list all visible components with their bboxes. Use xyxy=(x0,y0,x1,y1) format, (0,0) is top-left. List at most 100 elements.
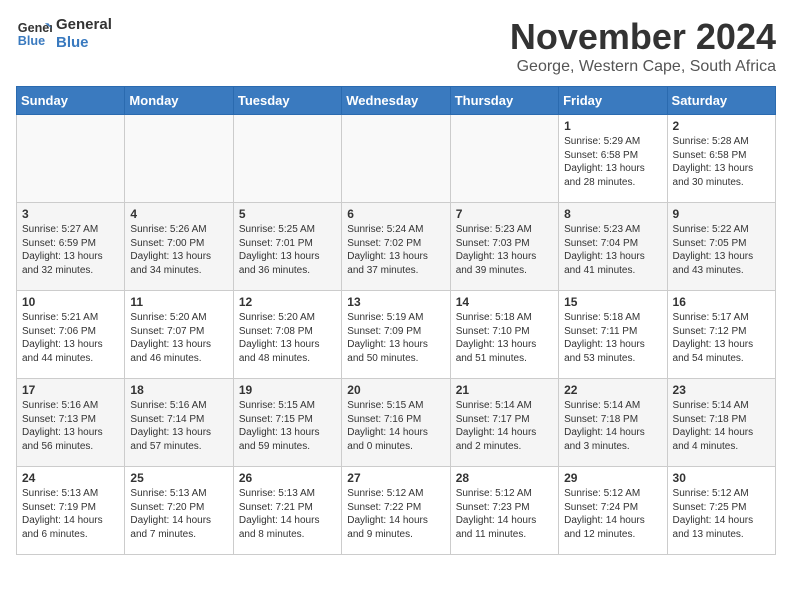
cell-text: Daylight: 13 hours xyxy=(673,162,770,176)
cell-4-4: 28Sunrise: 5:12 AMSunset: 7:23 PMDayligh… xyxy=(450,467,558,555)
cell-text: Sunrise: 5:22 AM xyxy=(673,223,770,237)
cell-text: Daylight: 14 hours xyxy=(22,514,119,528)
cell-text: Sunrise: 5:23 AM xyxy=(456,223,553,237)
cell-text: and 51 minutes. xyxy=(456,352,553,366)
calendar-body: 1Sunrise: 5:29 AMSunset: 6:58 PMDaylight… xyxy=(17,115,776,555)
day-number: 19 xyxy=(239,383,336,397)
cell-text: Sunset: 7:18 PM xyxy=(564,413,661,427)
cell-text: Sunset: 7:18 PM xyxy=(673,413,770,427)
cell-text: Sunset: 7:09 PM xyxy=(347,325,444,339)
cell-1-5: 8Sunrise: 5:23 AMSunset: 7:04 PMDaylight… xyxy=(559,203,667,291)
day-number: 20 xyxy=(347,383,444,397)
cell-0-3 xyxy=(342,115,450,203)
cell-text: Sunrise: 5:13 AM xyxy=(22,487,119,501)
cell-text: and 41 minutes. xyxy=(564,264,661,278)
day-number: 18 xyxy=(130,383,227,397)
day-number: 13 xyxy=(347,295,444,309)
cell-text: and 50 minutes. xyxy=(347,352,444,366)
cell-text: and 6 minutes. xyxy=(22,528,119,542)
cell-text: Sunset: 7:03 PM xyxy=(456,237,553,251)
cell-text: Sunset: 7:12 PM xyxy=(673,325,770,339)
cell-text: Sunset: 7:10 PM xyxy=(456,325,553,339)
cell-text: Sunrise: 5:14 AM xyxy=(564,399,661,413)
cell-text: Daylight: 13 hours xyxy=(673,250,770,264)
cell-text: Sunrise: 5:12 AM xyxy=(673,487,770,501)
cell-text: and 30 minutes. xyxy=(673,176,770,190)
header-sunday: Sunday xyxy=(17,87,125,115)
cell-0-4 xyxy=(450,115,558,203)
day-number: 23 xyxy=(673,383,770,397)
cell-text: Sunset: 7:25 PM xyxy=(673,501,770,515)
cell-text: and 2 minutes. xyxy=(456,440,553,454)
cell-text: Daylight: 14 hours xyxy=(564,514,661,528)
cell-text: Sunrise: 5:20 AM xyxy=(130,311,227,325)
day-number: 16 xyxy=(673,295,770,309)
cell-text: Daylight: 14 hours xyxy=(456,514,553,528)
logo-blue: Blue xyxy=(56,34,112,52)
cell-4-2: 26Sunrise: 5:13 AMSunset: 7:21 PMDayligh… xyxy=(233,467,341,555)
cell-text: Daylight: 14 hours xyxy=(564,426,661,440)
cell-text: Sunset: 7:19 PM xyxy=(22,501,119,515)
svg-text:Blue: Blue xyxy=(18,34,45,48)
day-number: 30 xyxy=(673,471,770,485)
cell-4-6: 30Sunrise: 5:12 AMSunset: 7:25 PMDayligh… xyxy=(667,467,775,555)
cell-text: Sunset: 6:58 PM xyxy=(564,149,661,163)
cell-text: Daylight: 13 hours xyxy=(22,338,119,352)
cell-text: Sunset: 7:14 PM xyxy=(130,413,227,427)
cell-text: and 12 minutes. xyxy=(564,528,661,542)
cell-text: and 53 minutes. xyxy=(564,352,661,366)
week-row-3: 17Sunrise: 5:16 AMSunset: 7:13 PMDayligh… xyxy=(17,379,776,467)
cell-text: Sunrise: 5:12 AM xyxy=(564,487,661,501)
cell-2-3: 13 Sunrise: 5:19 AMSunset: 7:09 PMDayligh… xyxy=(342,291,450,379)
cell-text: and 43 minutes. xyxy=(673,264,770,278)
cell-0-2 xyxy=(233,115,341,203)
cell-text: Sunrise: 5:15 AM xyxy=(347,399,444,413)
day-number: 4 xyxy=(130,207,227,221)
cell-text: Daylight: 14 hours xyxy=(673,426,770,440)
day-number: 22 xyxy=(564,383,661,397)
cell-text: Sunrise: 5:16 AM xyxy=(22,399,119,413)
cell-text: Sunset: 7:02 PM xyxy=(347,237,444,251)
logo: General Blue General Blue xyxy=(16,16,112,52)
header-monday: Monday xyxy=(125,87,233,115)
calendar-header: Sunday Monday Tuesday Wednesday Thursday… xyxy=(17,87,776,115)
cell-0-1 xyxy=(125,115,233,203)
cell-text: and 46 minutes. xyxy=(130,352,227,366)
cell-text: Daylight: 13 hours xyxy=(347,338,444,352)
cell-text: and 3 minutes. xyxy=(564,440,661,454)
cell-text: and 8 minutes. xyxy=(239,528,336,542)
cell-text: Sunset: 7:01 PM xyxy=(239,237,336,251)
cell-text: Daylight: 13 hours xyxy=(564,338,661,352)
cell-2-4: 14Sunrise: 5:18 AMSunset: 7:10 PMDayligh… xyxy=(450,291,558,379)
cell-text: Sunset: 7:13 PM xyxy=(22,413,119,427)
cell-2-0: 10Sunrise: 5:21 AMSunset: 7:06 PMDayligh… xyxy=(17,291,125,379)
cell-text: Sunrise: 5:21 AM xyxy=(22,311,119,325)
cell-text: Daylight: 14 hours xyxy=(239,514,336,528)
logo-icon: General Blue xyxy=(16,16,52,52)
cell-text: Daylight: 13 hours xyxy=(347,250,444,264)
day-number: 21 xyxy=(456,383,553,397)
cell-text: Daylight: 13 hours xyxy=(239,426,336,440)
cell-text: and 9 minutes. xyxy=(347,528,444,542)
cell-text: and 13 minutes. xyxy=(673,528,770,542)
cell-1-4: 7Sunrise: 5:23 AMSunset: 7:03 PMDaylight… xyxy=(450,203,558,291)
cell-text: and 57 minutes. xyxy=(130,440,227,454)
cell-text: Daylight: 13 hours xyxy=(22,250,119,264)
cell-2-5: 15Sunrise: 5:18 AMSunset: 7:11 PMDayligh… xyxy=(559,291,667,379)
cell-text: Sunset: 6:59 PM xyxy=(22,237,119,251)
cell-text: Sunrise: 5:13 AM xyxy=(130,487,227,501)
cell-text: Daylight: 14 hours xyxy=(347,426,444,440)
header-wednesday: Wednesday xyxy=(342,87,450,115)
cell-text: and 7 minutes. xyxy=(130,528,227,542)
cell-text: Sunrise: 5:19 AM xyxy=(347,311,444,325)
cell-text: Daylight: 13 hours xyxy=(22,426,119,440)
day-number: 10 xyxy=(22,295,119,309)
cell-text: and 32 minutes. xyxy=(22,264,119,278)
cell-text: Sunset: 7:21 PM xyxy=(239,501,336,515)
header-friday: Friday xyxy=(559,87,667,115)
logo-general: General xyxy=(56,16,112,34)
cell-text: Sunset: 7:07 PM xyxy=(130,325,227,339)
cell-2-2: 12Sunrise: 5:20 AMSunset: 7:08 PMDayligh… xyxy=(233,291,341,379)
cell-0-6: 2Sunrise: 5:28 AMSunset: 6:58 PMDaylight… xyxy=(667,115,775,203)
day-number: 17 xyxy=(22,383,119,397)
